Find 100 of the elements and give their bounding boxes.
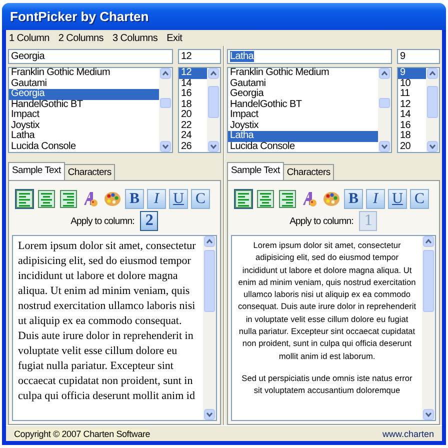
scrollbar[interactable] [378,68,391,152]
menu-item[interactable]: 3 Columns [112,32,158,44]
scrollbar[interactable] [207,68,220,152]
size-item[interactable]: 24 [179,131,207,142]
scroll-down-icon[interactable] [379,141,390,152]
align-right-button[interactable] [59,189,78,209]
size-item[interactable]: 16 [179,89,207,100]
size-item[interactable]: 14 [398,110,426,120]
italic-button[interactable]: I [147,189,166,209]
align-left-button[interactable] [15,189,34,209]
font-item[interactable]: Gautami [9,78,159,89]
size-item[interactable]: 12 [398,100,426,110]
scroll-thumb[interactable] [423,250,434,312]
scroll-down-icon[interactable] [204,409,215,420]
scrollbar[interactable] [159,68,172,152]
size-item[interactable]: 14 [179,78,207,89]
font-list[interactable]: Franklin Gothic Medium Gautami Georgia HandelGothic BT Impact Joystix Latha Lucida Console [227,67,392,153]
apply-label: Apply to column: [290,216,354,226]
scroll-up-icon[interactable] [423,236,434,247]
scroll-up-icon[interactable] [427,68,438,79]
caps-button[interactable]: C [191,189,210,209]
palette-icon [104,191,121,207]
font-item[interactable]: Franklin Gothic Medium [228,68,378,78]
font-item[interactable]: HandelGothic BT [228,100,378,110]
tab[interactable]: Characters [64,164,116,180]
size-list[interactable]: 9 10 11 12 14 16 18 20 [397,67,440,153]
size-item[interactable]: 26 [179,142,207,152]
font-field[interactable]: Georgia [8,49,173,64]
size-item[interactable]: 20 [179,110,207,120]
scroll-up-icon[interactable] [160,68,171,79]
font-button[interactable] [300,189,319,209]
font-item[interactable]: Lucida Console [9,142,159,152]
align-right-button[interactable] [278,189,297,209]
scroll-down-icon[interactable] [160,141,171,152]
font-item[interactable]: Lucida Console [228,142,378,152]
size-item[interactable]: 18 [179,100,207,110]
scroll-up-icon[interactable] [208,68,219,79]
font-item[interactable]: Impact [228,110,378,120]
size-field[interactable]: 9 [397,49,440,64]
size-field[interactable]: 12 [178,49,221,64]
font-button[interactable] [81,189,100,209]
scroll-thumb[interactable] [427,86,438,118]
sample-text-area[interactable] [12,235,217,421]
size-item[interactable]: 11 [398,89,426,100]
size-item[interactable]: 20 [398,142,426,152]
font-item[interactable]: Latha [9,131,159,142]
scrollbar[interactable] [422,236,435,420]
font-item[interactable]: Latha [228,131,378,142]
font-item[interactable]: HandelGothic BT [9,100,159,110]
scroll-thumb[interactable] [208,86,219,118]
size-item[interactable]: 9 [398,68,426,78]
color-button[interactable] [103,189,122,209]
scroll-thumb[interactable] [204,250,215,312]
underline-button[interactable]: U [388,189,407,209]
underline-button[interactable]: U [169,189,188,209]
size-item[interactable]: 12 [179,68,207,78]
color-button[interactable] [322,189,341,209]
font-field[interactable]: Latha [227,49,392,64]
menu-item[interactable]: 1 Column [9,32,50,44]
apply-label: Apply to column: [70,216,134,226]
font-item[interactable]: Gautami [228,78,378,89]
sample-text-area[interactable] [231,235,436,421]
website-link[interactable]: www.charten [382,428,434,438]
tab[interactable]: Sample Text [8,162,65,180]
tab[interactable]: Characters [284,164,334,180]
scroll-up-icon[interactable] [204,236,215,247]
size-item[interactable]: 16 [398,120,426,131]
sample-paragraph: Lorem ipsum dolor sit amet, consectetur adipisicing elit, sed do eiusmod tempor incididunt ut labore et dolore magna aliqua. Ut enim ad minim veniam, quis nostrud exercitation ullamco laboris nisi ut aliquip ex ea commodo consequat. Duis aute irure dolor in reprehenderit in voluptate velit esse cillum dolore eu fugiat nulla pariatur. Excepteur sint occaecat cupidatat non proident, sunt in culpa qui officia deserunt mollit anim id [18,239,197,404]
font-item[interactable]: Joystix [228,120,378,131]
font-item[interactable]: Franklin Gothic Medium [9,68,159,78]
scroll-down-icon[interactable] [427,141,438,152]
menu-item[interactable]: 2 Columns [58,32,104,44]
scroll-up-icon[interactable] [379,68,390,79]
font-item[interactable]: Georgia [9,89,159,100]
scroll-thumb[interactable] [379,98,390,108]
font-item[interactable]: Impact [9,110,159,120]
caps-button[interactable]: C [410,189,429,209]
size-item[interactable]: 18 [398,131,426,142]
scroll-down-icon[interactable] [208,141,219,152]
italic-button[interactable]: I [366,189,385,209]
scrollbar[interactable] [203,236,216,420]
font-item[interactable]: Joystix [9,120,159,131]
column-number-button[interactable]: 2 [140,211,158,231]
size-item[interactable]: 10 [398,78,426,89]
align-center-button[interactable] [37,189,56,209]
font-list[interactable]: Franklin Gothic Medium Gautami Georgia HandelGothic BT Impact Joystix Latha Lucida Console [8,67,173,153]
font-icon [301,190,318,208]
scroll-down-icon[interactable] [423,409,434,420]
tab[interactable]: Sample Text [227,162,284,180]
size-list[interactable]: 12 14 16 18 20 22 24 26 [178,67,221,153]
menu-item[interactable]: Exit [166,32,182,44]
scrollbar[interactable] [426,68,439,152]
size-item[interactable]: 22 [179,120,207,131]
bold-button[interactable]: B [344,189,363,209]
align-center-button[interactable] [256,189,275,209]
scroll-thumb[interactable] [160,98,171,108]
align-left-button[interactable] [234,189,253,209]
font-item[interactable]: Georgia [228,89,378,100]
sample-paragraph: Lorem ipsum dolor sit amet, consectetur adipisicing elit, sed do eiusmod tempor incididunt ut labore et dolore magna aliqua. Ut enim ad minim veniam, quis nostrud exercitation ullamco laboris nisi ut aliquip ex ea commodo consequat. Duis aute irure dolor in reprehenderit in voluptate velit esse cillum dolore eu fugiat nulla pariatur. Excepteur sint occaecat cupidatat non proident, sunt in culpa qui officia deserunt mollit anim id est laborum. [237,239,417,362]
bold-button[interactable]: B [125,189,144,209]
